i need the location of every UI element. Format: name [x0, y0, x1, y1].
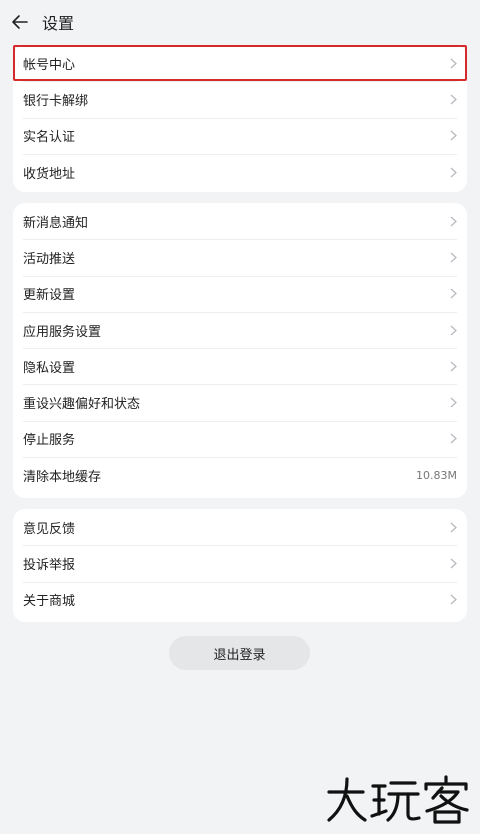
- settings-item-privacy-settings[interactable]: 隐私设置: [13, 348, 467, 384]
- settings-item-update-settings[interactable]: 更新设置: [13, 275, 467, 312]
- cache-size-value: 10.83M: [416, 468, 457, 482]
- settings-item-label: 隐私设置: [23, 360, 76, 376]
- chevron-right-icon: [447, 130, 457, 142]
- chevron-right-icon: [447, 521, 457, 533]
- settings-item-reset-interests[interactable]: 重设兴趣偏好和状态: [13, 384, 467, 420]
- settings-item-label: 清除本地缓存: [23, 469, 102, 485]
- chevron-right-icon: [447, 594, 457, 606]
- settings-item-label: 新消息通知: [23, 215, 89, 231]
- page-title: 设置: [42, 14, 75, 33]
- settings-item-label: 投诉举报: [23, 557, 76, 573]
- logout-button[interactable]: 退出登录: [169, 636, 310, 670]
- settings-item-about-store[interactable]: 关于商城: [13, 581, 467, 618]
- chevron-right-icon: [447, 360, 457, 372]
- arrow-left-icon: [12, 15, 28, 29]
- settings-item-label: 关于商城: [23, 594, 76, 610]
- general-settings-group: 新消息通知 活动推送 更新设置 应用服务设置 隐私设置 重设兴趣偏好和状态 停止…: [13, 203, 467, 498]
- settings-item-label: 停止服务: [23, 433, 76, 449]
- account-settings-group: 帐号中心 银行卡解绑 实名认证 收货地址: [13, 45, 467, 192]
- back-button[interactable]: [0, 0, 40, 44]
- about-group: 意见反馈 投诉举报 关于商城: [13, 509, 467, 622]
- chevron-right-icon: [447, 324, 457, 336]
- settings-item-clear-cache[interactable]: 清除本地缓存 10.83M: [13, 457, 467, 493]
- chevron-right-icon: [447, 166, 457, 178]
- settings-item-stop-service[interactable]: 停止服务: [13, 420, 467, 457]
- top-bar: 设置: [0, 0, 480, 44]
- settings-item-app-service-settings[interactable]: 应用服务设置: [13, 311, 467, 348]
- settings-item-complaint-report[interactable]: 投诉举报: [13, 545, 467, 581]
- chevron-right-icon: [447, 251, 457, 263]
- settings-item-label: 更新设置: [23, 288, 76, 304]
- settings-item-label: 重设兴趣偏好和状态: [23, 397, 141, 413]
- settings-item-label: 实名认证: [23, 130, 76, 146]
- chevron-right-icon: [447, 288, 457, 300]
- settings-item-activity-push[interactable]: 活动推送: [13, 239, 467, 275]
- chevron-right-icon: [447, 215, 457, 227]
- chevron-right-icon: [447, 93, 457, 105]
- chevron-right-icon: [447, 57, 457, 69]
- chevron-right-icon: [447, 433, 457, 445]
- settings-item-label: 帐号中心: [23, 57, 76, 73]
- settings-item-feedback[interactable]: 意见反馈: [13, 509, 467, 545]
- chevron-right-icon: [447, 557, 457, 569]
- chevron-right-icon: [447, 397, 457, 409]
- settings-item-shipping-address[interactable]: 收货地址: [13, 153, 467, 190]
- settings-item-label: 应用服务设置: [23, 324, 102, 340]
- settings-item-label: 银行卡解绑: [23, 93, 89, 109]
- settings-item-account-center[interactable]: 帐号中心: [13, 45, 467, 82]
- settings-item-label: 意见反馈: [23, 521, 76, 537]
- settings-item-label: 活动推送: [23, 251, 76, 267]
- watermark-logo: [327, 775, 469, 824]
- settings-item-real-name-verification[interactable]: 实名认证: [13, 117, 467, 154]
- settings-item-label: 收货地址: [23, 166, 76, 182]
- settings-item-unbind-bank-card[interactable]: 银行卡解绑: [13, 81, 467, 117]
- settings-item-new-message-notifications[interactable]: 新消息通知: [13, 203, 467, 239]
